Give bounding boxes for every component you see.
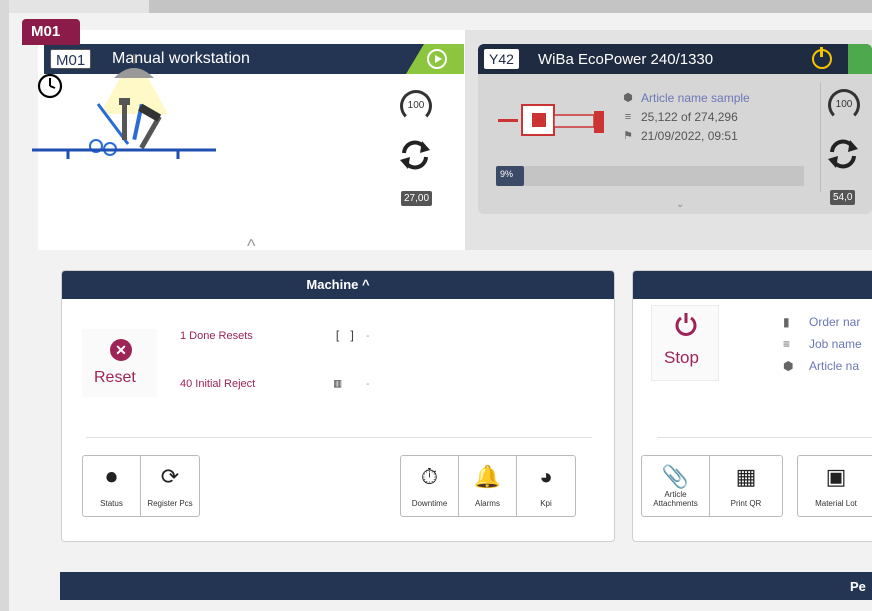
order-panel-header	[633, 271, 872, 299]
barcode-icon: ▥	[334, 376, 342, 390]
cube-icon: ⬢	[623, 91, 633, 104]
machine-card-header: Y42 WiBa EcoPower 240/1330	[478, 44, 872, 74]
machine-action-group-left: ⏺ Status ⟳ Register Pcs	[82, 455, 200, 517]
chevron-down-icon[interactable]: ⌄	[676, 199, 684, 210]
machine-panel: Machine ^ ✕ Reset 1 Done Resets [ ] - 40…	[61, 270, 615, 542]
bracket-icon: [ ]	[334, 329, 356, 343]
speed-gauge-icon: 100	[400, 90, 432, 122]
machine-action-group-right: ⏱ Downtime 🔔 Alarms ◕ Kpi	[400, 455, 576, 517]
register-pcs-label: Register Pcs	[147, 499, 193, 508]
stopwatch-icon: ⏱	[420, 464, 439, 489]
cycle-icon	[400, 140, 430, 170]
material-icon: ▣	[825, 464, 847, 489]
alarms-label: Alarms	[475, 499, 500, 508]
cube-icon: ⬢	[783, 359, 794, 373]
stop-circle-icon: ⏺	[105, 464, 117, 489]
print-qr-label: Print QR	[730, 499, 762, 508]
kpi-button[interactable]: ◕ Kpi	[517, 456, 575, 516]
done-resets: 1 Done Resets	[180, 330, 253, 342]
register-pcs-button[interactable]: ⟳ Register Pcs	[141, 456, 199, 516]
cycle-time-value: 54,0	[830, 190, 856, 205]
status-label: Status	[100, 499, 123, 508]
chevron-up-icon[interactable]: ^	[247, 236, 255, 257]
divider	[820, 82, 821, 192]
initial-reject: 40 Initial Reject	[180, 378, 256, 390]
downtime-label: Downtime	[411, 499, 448, 508]
flag-icon: ⚑	[623, 129, 633, 142]
order-panel: Stop ▮ Order nar ≡ Job name ⬢ Article na…	[632, 270, 872, 542]
left-rail	[0, 0, 9, 611]
speed-gauge-icon: 100	[828, 89, 860, 121]
progress-label: 9%	[500, 169, 514, 179]
stop-button[interactable]: Stop	[651, 305, 719, 381]
stop-label: Stop	[664, 348, 699, 367]
list-icon: ≡	[783, 337, 791, 351]
order-name[interactable]: Order nar	[809, 315, 860, 329]
machine-title: WiBa EcoPower 240/1330	[538, 51, 714, 68]
refresh-plus-icon: ⟳	[160, 464, 180, 489]
count-row: ≡ 25,122 of 274,296	[622, 110, 738, 124]
progress-bar: 9%	[496, 166, 804, 186]
speedometer-icon: ◕	[539, 464, 553, 489]
material-lot-group: ▣ Material Lot	[797, 455, 872, 517]
article-name[interactable]: Article na	[809, 359, 859, 373]
injection-machine-icon	[498, 104, 604, 136]
performance-title: Pe	[850, 579, 866, 594]
station-badge[interactable]: M01	[22, 19, 80, 45]
stack-icon: ≡	[624, 110, 632, 123]
print-qr-button[interactable]: ▦ Print QR	[710, 456, 782, 516]
article-name-row[interactable]: ⬢ Article name sample	[622, 91, 750, 105]
material-lot-label: Material Lot	[815, 499, 857, 508]
reset-button[interactable]: ✕ Reset	[82, 329, 157, 397]
cycle-icon	[828, 139, 858, 169]
cycle-time-value: 27,00	[401, 191, 433, 206]
power-icon	[675, 313, 697, 336]
machine-code: Y42	[484, 49, 519, 69]
machine-panel-header[interactable]: Machine ^	[62, 271, 614, 299]
material-lot-button[interactable]: ▣ Material Lot	[798, 456, 872, 516]
order-action-group: 📎 Article Attachments ▦ Print QR	[641, 455, 783, 517]
qr-code-icon: ▦	[735, 464, 757, 489]
divider	[86, 437, 592, 438]
alarms-button[interactable]: 🔔 Alarms	[459, 456, 517, 516]
divider	[657, 437, 872, 438]
job-name[interactable]: Job name	[809, 337, 862, 351]
initial-reject-value: -	[366, 378, 370, 390]
article-attachments-button[interactable]: 📎 Article Attachments	[642, 456, 710, 516]
manual-tools-illustration	[32, 54, 216, 159]
status-indicator	[848, 44, 872, 74]
status-button[interactable]: ⏺ Status	[83, 456, 141, 516]
top-strip	[9, 0, 872, 13]
power-icon[interactable]	[812, 47, 832, 69]
downtime-button[interactable]: ⏱ Downtime	[401, 456, 459, 516]
clipboard-icon: ▮	[783, 315, 790, 329]
start-date: 21/09/2022, 09:51	[641, 129, 738, 143]
date-row: ⚑ 21/09/2022, 09:51	[622, 129, 738, 143]
done-resets-value: -	[366, 330, 370, 342]
kpi-label: Kpi	[540, 499, 552, 508]
play-icon[interactable]	[427, 49, 447, 69]
machine-card-y42[interactable]: Y42 WiBa EcoPower 240/1330 ⬢ Article nam…	[478, 44, 872, 214]
article-name: Article name sample	[641, 91, 750, 105]
paperclip-icon: 📎	[661, 464, 690, 489]
reset-label: Reset	[94, 369, 136, 386]
piece-count: 25,122 of 274,296	[641, 110, 738, 124]
performance-panel-header[interactable]: Pe	[60, 572, 872, 600]
article-attachments-label: Article Attachments	[653, 490, 698, 508]
close-circle-icon: ✕	[110, 339, 132, 361]
bell-icon: 🔔	[473, 464, 502, 489]
